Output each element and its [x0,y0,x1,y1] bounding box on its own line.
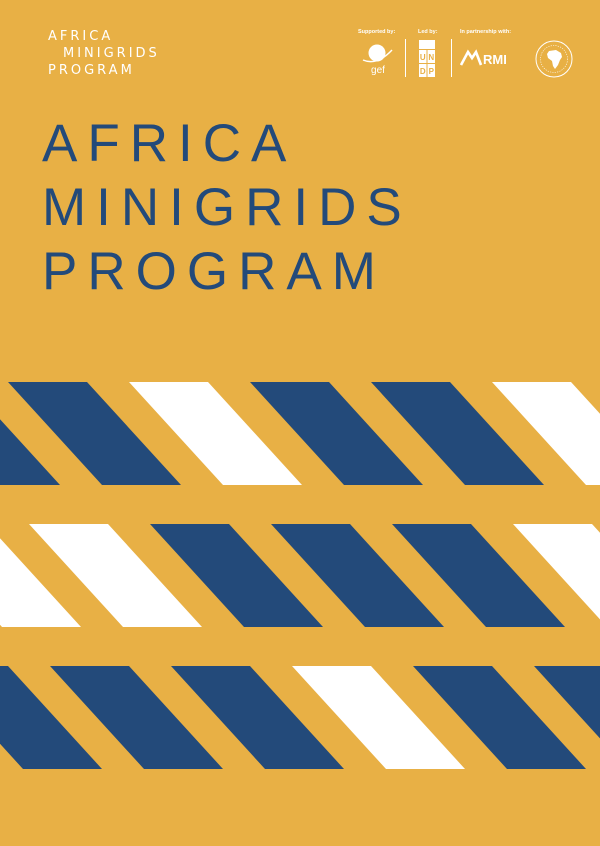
report-cover: AFRICA MINIGRIDS PROGRAM Supported by: L… [0,0,600,846]
diagonal-stripe-pattern [0,382,600,769]
